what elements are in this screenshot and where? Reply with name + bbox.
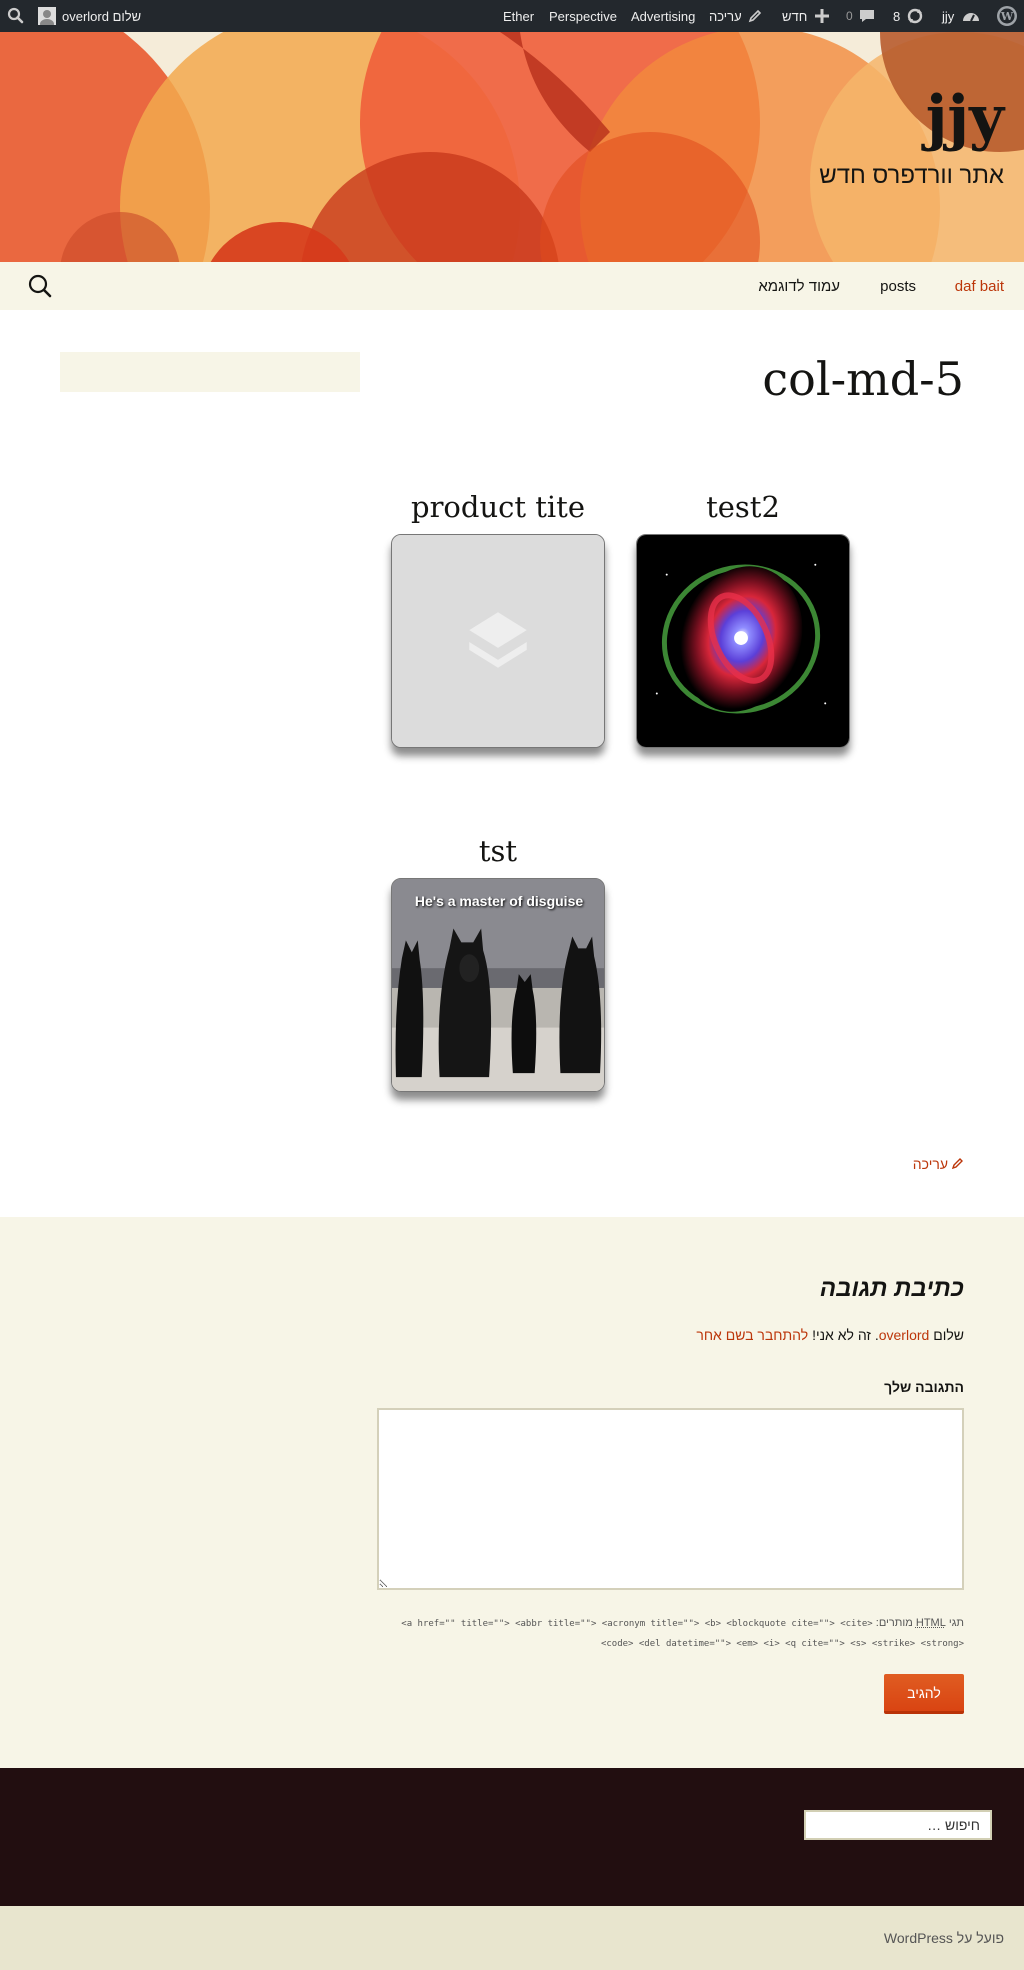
site-title[interactable]: jjy bbox=[926, 88, 1004, 148]
page-title: col-md-5 bbox=[762, 352, 964, 406]
admin-greeting: שלום overlord bbox=[62, 8, 142, 24]
avatar bbox=[38, 7, 56, 25]
admin-new-link[interactable]: חדש bbox=[782, 0, 830, 32]
nav-item-posts[interactable]: posts bbox=[880, 262, 916, 310]
admin-search-icon[interactable] bbox=[6, 0, 26, 32]
footer-widgets bbox=[0, 1768, 1024, 1906]
site-description: אתר וורדפרס חדש bbox=[819, 162, 1004, 189]
comment-label: התגובה שלך bbox=[884, 1379, 964, 1395]
header-image bbox=[0, 32, 1024, 262]
comment-respond: כתיבת תגובה שלום overlord. זה לא אני! לה… bbox=[0, 1217, 1024, 1768]
powered-by-link[interactable]: פועל על WordPress bbox=[884, 1930, 1004, 1946]
product-card[interactable]: tst He's a master of disguise bbox=[391, 826, 605, 1092]
wordpress-logo-icon[interactable]: W bbox=[996, 0, 1018, 32]
admin-perspective-link[interactable]: Perspective bbox=[549, 0, 617, 32]
site-info: פועל על WordPress bbox=[0, 1906, 1024, 1970]
plus-icon bbox=[815, 9, 830, 23]
site-header: jjy אתר וורדפרס חדש bbox=[0, 32, 1024, 262]
reply-title: כתיבת תגובה bbox=[819, 1275, 964, 1302]
admin-new-label: חדש bbox=[782, 8, 808, 24]
comment-textarea[interactable] bbox=[377, 1408, 964, 1590]
admin-account-menu[interactable]: שלום overlord bbox=[38, 0, 141, 32]
admin-advertising-link[interactable]: Advertising bbox=[631, 0, 695, 32]
comment-bubble-icon bbox=[859, 9, 875, 23]
html-abbr: HTML bbox=[915, 1617, 946, 1629]
edit-label: עריכה bbox=[912, 1156, 948, 1172]
product-card[interactable]: product tite bbox=[391, 482, 605, 748]
admin-ether-link[interactable]: Ether bbox=[503, 0, 534, 32]
edit-page-link[interactable]: עריכה bbox=[913, 1156, 964, 1172]
submit-comment-button[interactable]: להגיב bbox=[884, 1674, 964, 1714]
admin-site-name-link[interactable]: jjy bbox=[942, 0, 980, 32]
comments-count: 0 bbox=[846, 9, 853, 23]
product-image-cats[interactable]: He's a master of disguise bbox=[391, 878, 605, 1092]
admin-edit-label: עריכה bbox=[709, 8, 742, 24]
logged-in-as: שלום overlord. זה לא אני! להתחבר בשם אחר bbox=[696, 1327, 964, 1343]
allowed-tags-note: תגי HTML מותרים: <a href="" title=""> <a… bbox=[401, 1617, 964, 1649]
nav-search-icon[interactable] bbox=[26, 272, 54, 300]
svg-text:W: W bbox=[1000, 10, 1014, 23]
image-caption: He's a master of disguise bbox=[414, 893, 584, 909]
product-image-nebula[interactable] bbox=[636, 534, 850, 748]
product-title[interactable]: tst bbox=[391, 826, 605, 876]
admin-edit-link[interactable]: עריכה bbox=[709, 0, 762, 32]
profile-link[interactable]: overlord bbox=[879, 1327, 930, 1343]
logout-link[interactable]: להתחבר בשם אחר bbox=[696, 1327, 808, 1343]
main-navigation: daf bait posts עמוד לדוגמא bbox=[0, 262, 1024, 310]
pencil-icon bbox=[951, 1156, 964, 1172]
product-title[interactable]: product tite bbox=[391, 482, 605, 532]
pencil-icon bbox=[748, 9, 762, 23]
product-title[interactable]: test2 bbox=[636, 482, 850, 532]
admin-updates-link[interactable]: 8 bbox=[893, 0, 924, 32]
nav-item-sample-page[interactable]: עמוד לדוגמא bbox=[758, 262, 840, 310]
dashboard-icon bbox=[962, 8, 980, 24]
footer-search-input[interactable] bbox=[804, 1810, 992, 1840]
updates-count: 8 bbox=[893, 8, 901, 24]
product-card[interactable]: test2 bbox=[636, 482, 850, 748]
refresh-icon bbox=[906, 7, 924, 25]
product-image-placeholder[interactable] bbox=[391, 534, 605, 748]
layers-icon bbox=[392, 535, 604, 747]
admin-bar: שלום overlord Ether Perspective Advertis… bbox=[0, 0, 1024, 32]
admin-comments-link[interactable]: 0 bbox=[846, 0, 875, 32]
admin-site-name: jjy bbox=[942, 8, 955, 24]
nav-item-daf-bait[interactable]: daf bait bbox=[955, 262, 1004, 310]
sidebar-widget bbox=[60, 352, 360, 392]
